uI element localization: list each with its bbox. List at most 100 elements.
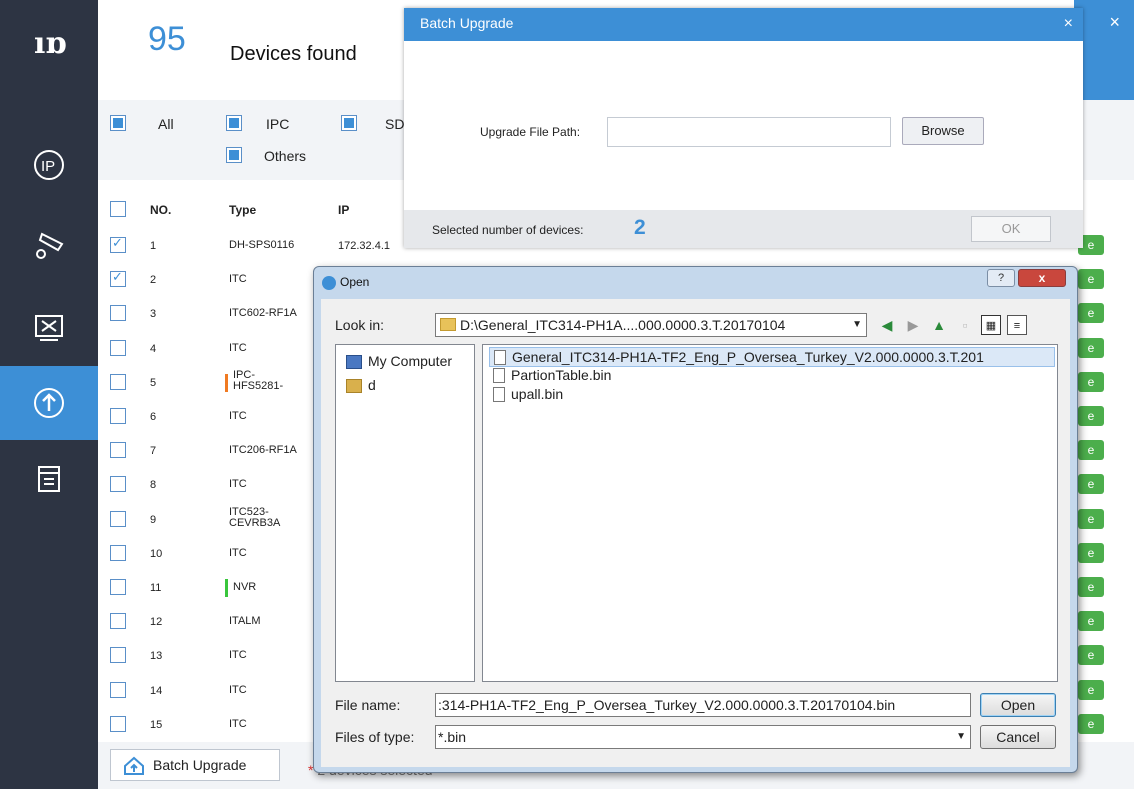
- row-checkbox[interactable]: [110, 579, 126, 595]
- filter-all-checkbox[interactable]: [110, 115, 126, 131]
- back-icon[interactable]: ◀: [877, 315, 897, 335]
- row-action-button[interactable]: e: [1078, 303, 1104, 324]
- row-checkbox[interactable]: [110, 442, 126, 459]
- row-type: ITC: [229, 274, 247, 285]
- row-checkbox[interactable]: [110, 510, 126, 527]
- row-checkbox[interactable]: [110, 408, 126, 424]
- file-item-firmware[interactable]: General_ITC314-PH1A-TF2_Eng_P_Oversea_Tu…: [489, 347, 1055, 367]
- batch-upgrade-label: Batch Upgrade: [153, 757, 247, 773]
- browse-button[interactable]: Browse: [902, 117, 984, 145]
- place-d[interactable]: d: [346, 377, 376, 394]
- cancel-button[interactable]: Cancel: [980, 725, 1056, 749]
- file-item-label: General_ITC314-PH1A-TF2_Eng_P_Oversea_Tu…: [512, 349, 984, 365]
- row-action-button[interactable]: e: [1078, 645, 1104, 666]
- selected-devices-label: Selected number of devices:: [432, 223, 584, 237]
- row-no: 5: [150, 376, 157, 389]
- row-checkbox[interactable]: [110, 681, 126, 698]
- list-view-icon[interactable]: ▦: [981, 315, 1001, 335]
- open-dialog-body: Look in: D:\General_ITC314-PH1A....000.0…: [321, 299, 1070, 767]
- row-checkbox[interactable]: [110, 544, 126, 561]
- open-dialog-close-button[interactable]: x: [1018, 269, 1066, 287]
- row-no: 3: [150, 308, 157, 321]
- row-checkbox[interactable]: [110, 339, 126, 356]
- row-ip: 172.32.4.1: [338, 240, 390, 252]
- row-type: ITC602-RF1A: [229, 308, 297, 319]
- file-icon: [493, 387, 505, 402]
- batch-upgrade-button[interactable]: Batch Upgrade: [110, 749, 280, 781]
- filter-ipc-checkbox[interactable]: [226, 115, 242, 131]
- batch-dialog-title: Batch Upgrade: [420, 15, 514, 31]
- filter-others-checkbox[interactable]: [226, 147, 242, 163]
- row-checkbox[interactable]: [110, 715, 126, 732]
- row-type: ITC: [229, 650, 247, 661]
- row-checkbox[interactable]: [110, 270, 126, 288]
- up-folder-icon[interactable]: ▲: [929, 315, 949, 335]
- sidebar-item-ip[interactable]: IP: [0, 128, 98, 202]
- svg-text:IP: IP: [41, 158, 55, 175]
- row-action-button[interactable]: e: [1078, 611, 1104, 632]
- batch-dialog-footer: Selected number of devices: 2 OK: [404, 210, 1083, 248]
- row-type: DH-SPS0116: [229, 240, 294, 251]
- upgrade-path-input[interactable]: [607, 117, 891, 147]
- file-item-upall[interactable]: upall.bin: [489, 385, 563, 405]
- row-no: 13: [150, 650, 163, 663]
- sidebar-item-documents[interactable]: [0, 442, 98, 516]
- row-action-button[interactable]: e: [1078, 508, 1104, 529]
- row-type-text: ITC: [229, 717, 247, 730]
- filter-all-label: All: [158, 116, 174, 132]
- close-icon[interactable]: ×: [1109, 12, 1120, 33]
- row-action-button[interactable]: e: [1078, 371, 1104, 392]
- row-checkbox[interactable]: [110, 647, 126, 664]
- dropdown-arrow-icon: ▼: [852, 319, 862, 330]
- sidebar-item-camera-settings[interactable]: [0, 208, 98, 282]
- row-action-button[interactable]: e: [1078, 713, 1104, 734]
- header-no: NO.: [150, 203, 172, 217]
- filter-sd-checkbox[interactable]: [341, 115, 357, 131]
- camera-settings-icon: [36, 232, 64, 259]
- row-type: ITC206-RF1A: [229, 445, 297, 456]
- row-action-button[interactable]: e: [1078, 337, 1104, 358]
- detail-view-icon[interactable]: ≡: [1007, 315, 1027, 335]
- look-in-combo[interactable]: D:\General_ITC314-PH1A....000.0000.3.T.2…: [435, 313, 867, 337]
- row-action-button[interactable]: e: [1078, 406, 1104, 426]
- file-item-label: PartionTable.bin: [511, 367, 612, 383]
- row-no: 9: [150, 513, 157, 526]
- new-folder-icon[interactable]: ▫: [955, 315, 975, 335]
- computer-icon: [346, 355, 362, 370]
- device-count: 95: [148, 20, 186, 58]
- help-button[interactable]: ?: [987, 269, 1015, 287]
- ok-button[interactable]: OK: [971, 216, 1051, 242]
- row-checkbox[interactable]: [110, 613, 126, 630]
- row-type-text: ITC: [229, 410, 247, 422]
- row-checkbox[interactable]: [110, 373, 126, 390]
- row-action-button[interactable]: e: [1078, 269, 1104, 290]
- batch-dialog-close-icon[interactable]: ×: [1064, 8, 1073, 39]
- row-checkbox[interactable]: [110, 236, 126, 253]
- app-small-logo-icon: [322, 275, 336, 290]
- sidebar-item-tools[interactable]: [0, 290, 98, 364]
- open-button[interactable]: Open: [980, 693, 1056, 717]
- row-action-button[interactable]: e: [1078, 679, 1104, 700]
- file-item-partiontable[interactable]: PartionTable.bin: [489, 366, 611, 386]
- open-file-dialog: Open ? x Look in: D:\General_ITC314-PH1A…: [313, 266, 1078, 773]
- sidebar-item-upgrade[interactable]: [0, 366, 98, 440]
- user-folder-icon: [346, 379, 362, 394]
- row-type-text: IPC- HFS5281-: [233, 368, 284, 392]
- row-type-text: ITC206-RF1A: [229, 444, 297, 457]
- select-all-checkbox[interactable]: [110, 201, 126, 217]
- forward-icon[interactable]: ▶: [903, 315, 923, 335]
- row-action-button[interactable]: e: [1078, 577, 1104, 597]
- row-checkbox[interactable]: [110, 476, 126, 493]
- row-no: 7: [150, 445, 157, 458]
- file-name-input[interactable]: :314-PH1A-TF2_Eng_P_Oversea_Turkey_V2.00…: [435, 693, 971, 717]
- look-in-label: Look in:: [335, 317, 385, 333]
- row-action-button[interactable]: e: [1078, 440, 1104, 461]
- row-checkbox[interactable]: [110, 305, 126, 322]
- files-of-type-select[interactable]: *.bin ▼: [435, 725, 971, 749]
- dropdown-arrow-icon: ▼: [956, 731, 966, 742]
- row-action-button[interactable]: e: [1078, 542, 1104, 563]
- row-action-button[interactable]: e: [1078, 474, 1104, 495]
- place-my-computer[interactable]: My Computer: [346, 353, 452, 370]
- file-icon: [494, 350, 506, 365]
- filter-others-label: Others: [264, 148, 307, 164]
